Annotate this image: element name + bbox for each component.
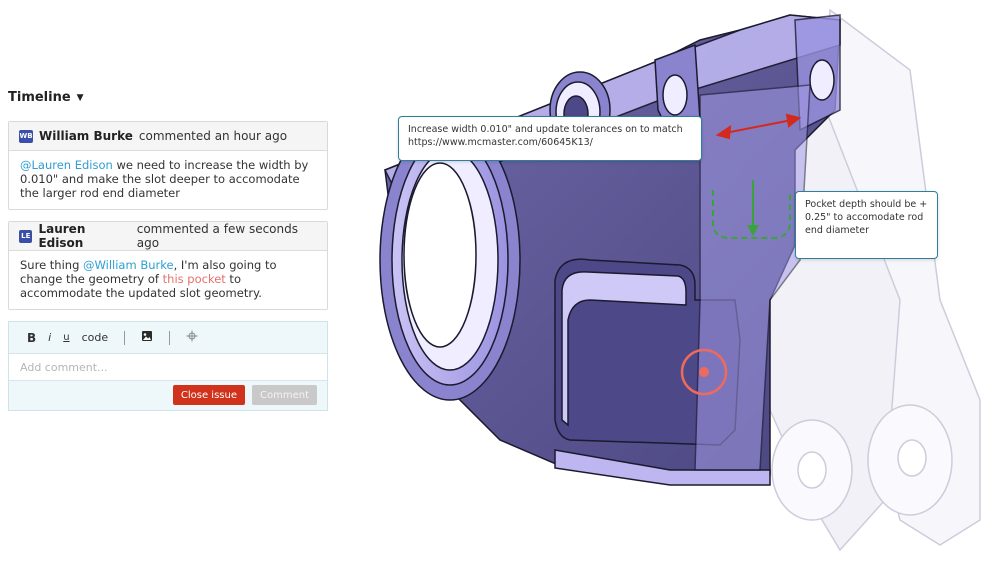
format-toolbar: B i u code — [9, 322, 327, 353]
composer-actions: Close issue Comment — [9, 381, 327, 405]
comment-text: Sure thing — [20, 258, 84, 272]
comment-card: LE Lauren Edison commented a few seconds… — [8, 221, 328, 310]
avatar: WB — [19, 129, 33, 143]
comment-author[interactable]: William Burke — [39, 129, 133, 143]
italic-button[interactable]: i — [42, 331, 57, 344]
caret-down-icon[interactable]: ▼ — [77, 93, 84, 103]
comment-card: WB William Burke commented an hour ago @… — [8, 121, 328, 210]
comment-header: LE Lauren Edison commented a few seconds… — [9, 222, 327, 251]
comment-composer: B i u code Close issue Comment — [8, 321, 328, 411]
comment-input[interactable] — [9, 353, 327, 381]
bold-button[interactable]: B — [21, 331, 42, 345]
comment-body: @Lauren Edison we need to increase the w… — [9, 151, 327, 208]
close-issue-button[interactable]: Close issue — [172, 385, 245, 405]
comment-body: Sure thing @William Burke, I'm also goin… — [9, 251, 327, 308]
underline-button[interactable]: u — [57, 332, 75, 343]
mention-link[interactable]: @William Burke — [83, 258, 174, 272]
cad-model[interactable] — [340, 0, 1000, 569]
pocket-annotation[interactable]: Pocket depth should be + 0.25" to accomo… — [795, 191, 938, 259]
code-button[interactable]: code — [76, 331, 115, 344]
comment-timestamp: commented an hour ago — [138, 129, 288, 143]
comment-button[interactable]: Comment — [252, 385, 317, 405]
mention-link[interactable]: @Lauren Edison — [20, 158, 113, 172]
comment-timestamp: commented a few seconds ago — [136, 222, 298, 250]
pocket-reference-link[interactable]: this pocket — [163, 272, 226, 286]
cad-viewport[interactable]: Increase width 0.010" and update toleran… — [340, 0, 1000, 569]
comment-author[interactable]: Lauren Edison — [38, 222, 130, 250]
avatar: LE — [19, 229, 33, 243]
timeline-header[interactable]: Timeline ▼ — [8, 90, 84, 105]
image-icon[interactable] — [135, 330, 159, 345]
toolbar-divider — [124, 330, 126, 345]
comment-header: WB William Burke commented an hour ago — [9, 122, 327, 151]
timeline-title: Timeline — [8, 90, 71, 105]
part-body[interactable] — [379, 14, 841, 486]
crosshair-icon[interactable] — [180, 330, 204, 345]
toolbar-divider — [169, 330, 171, 345]
width-annotation[interactable]: Increase width 0.010" and update toleran… — [398, 116, 702, 161]
